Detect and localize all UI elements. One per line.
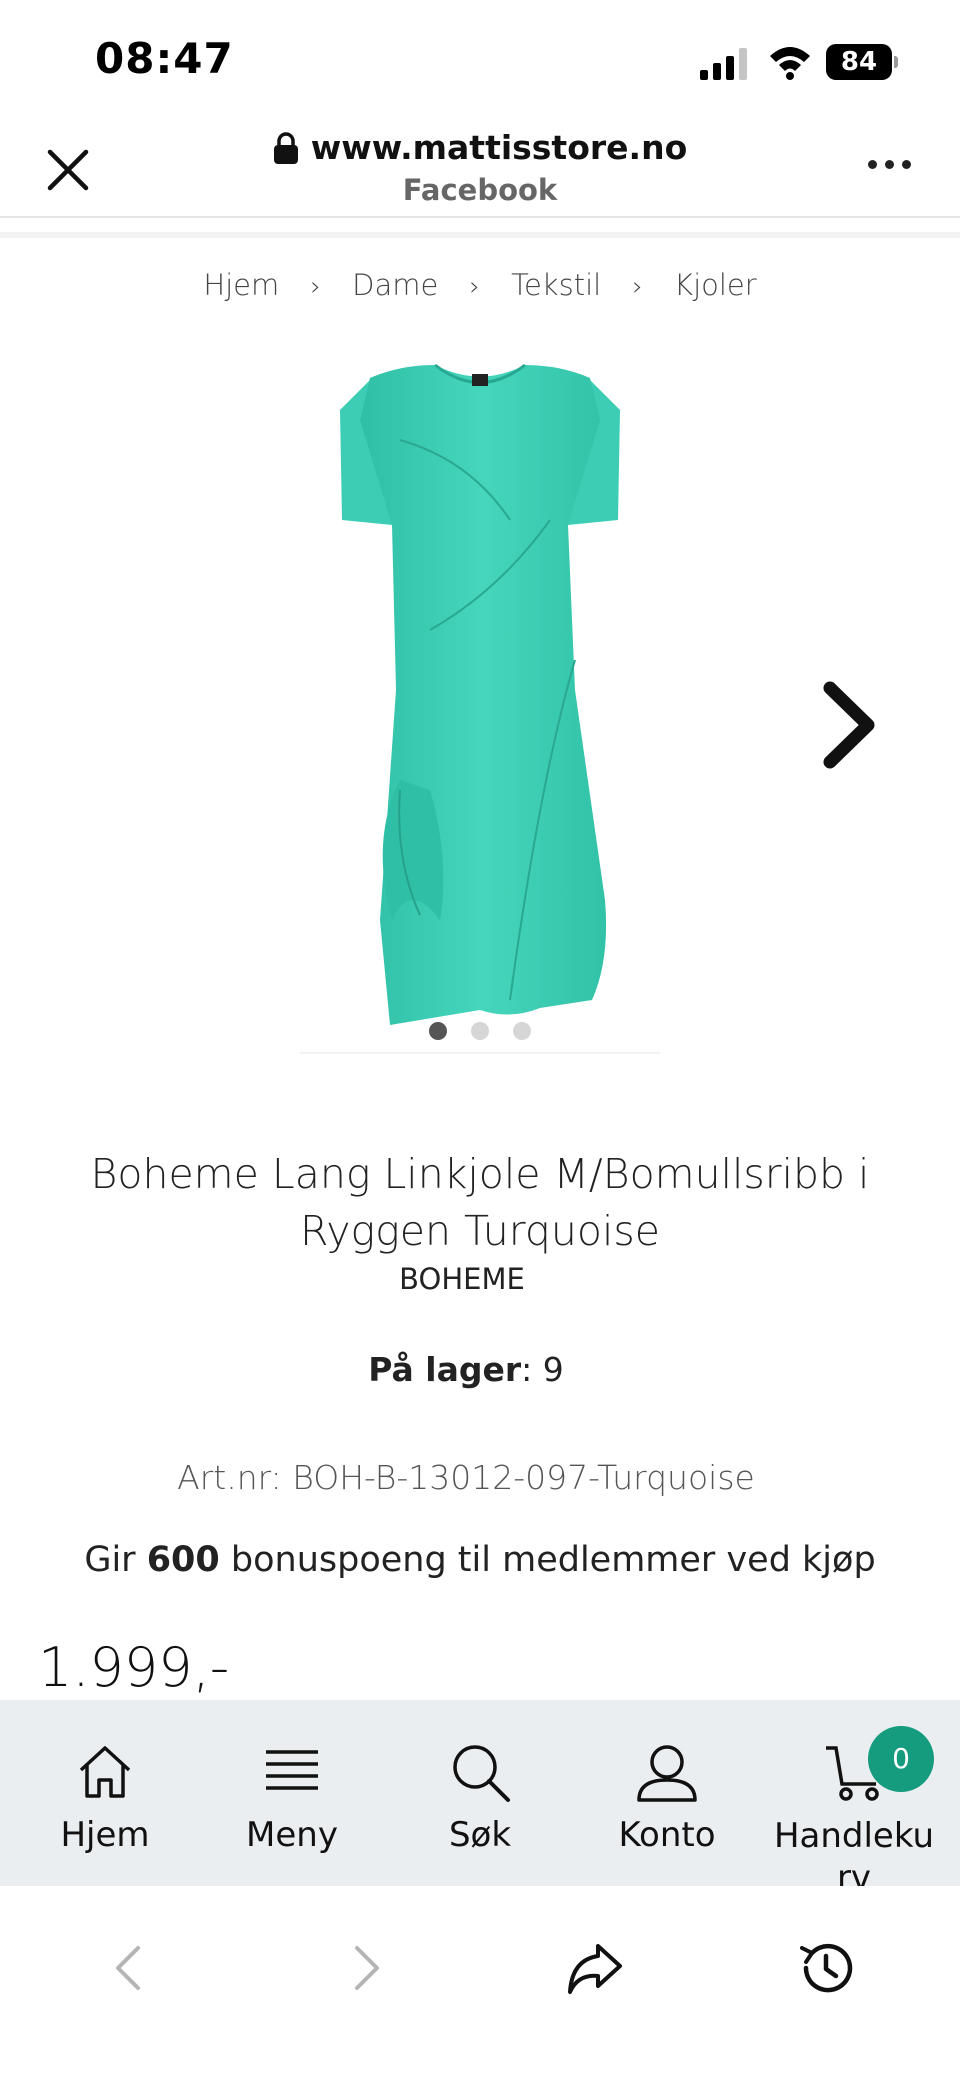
- bonus-suffix: bonuspoeng til medlemmer ved kjøp: [219, 1540, 876, 1580]
- product-image[interactable]: [300, 360, 660, 1030]
- url-source: Facebook: [402, 172, 558, 207]
- url-area[interactable]: www.mattisstore.no Facebook: [0, 128, 960, 207]
- gallery-dot[interactable]: [513, 1022, 532, 1040]
- signal-icon: [700, 48, 747, 80]
- chevron-right-icon[interactable]: [820, 680, 880, 770]
- product-price: 1.999,-: [38, 1636, 230, 1699]
- stock-value: : 9: [521, 1350, 564, 1389]
- status-time: 08:47: [95, 34, 234, 83]
- bonus-prefix: Gir: [84, 1540, 147, 1580]
- bottom-nav: Hjem Meny Søk Konto 0 Handlekurv: [0, 1700, 960, 1889]
- header-divider: [0, 232, 960, 238]
- nav-item-meny[interactable]: Meny: [212, 1740, 372, 1855]
- battery-cap: [894, 56, 898, 68]
- product-brand[interactable]: BOHEME: [0, 1262, 924, 1296]
- forward-icon[interactable]: [335, 1938, 395, 1998]
- product-title: Boheme Lang Linkjole M/Bomullsribb i Ryg…: [90, 1150, 870, 1255]
- status-bar: 08:47 84: [0, 0, 960, 110]
- nav-item-handlekurv[interactable]: 0 Handlekurv: [774, 1726, 934, 1889]
- nav-item-konto[interactable]: Konto: [587, 1740, 747, 1855]
- user-icon: [637, 1745, 697, 1802]
- nav-label: Handlekurv: [773, 1816, 935, 1889]
- cart-count-badge: 0: [868, 1726, 934, 1792]
- battery-indicator: 84: [826, 44, 898, 80]
- chevron-right-icon: ›: [632, 272, 643, 302]
- breadcrumb: Hjem › Dame › Tekstil › Kjoler: [0, 268, 960, 302]
- breadcrumb-item-kjoler[interactable]: Kjoler: [674, 268, 757, 302]
- nav-item-hjem[interactable]: Hjem: [25, 1740, 185, 1855]
- home-icon: [79, 1746, 131, 1798]
- browser-header: www.mattisstore.no Facebook: [0, 110, 960, 218]
- nav-label: Søk: [448, 1815, 512, 1855]
- gallery-dot[interactable]: [428, 1022, 447, 1040]
- search-icon: [453, 1745, 510, 1802]
- nav-item-sok[interactable]: Søk: [400, 1740, 560, 1855]
- menu-icon: [266, 1750, 318, 1790]
- article-number: Art.nr: BOH-B-13012-097-Turquoise: [177, 1458, 755, 1497]
- wifi-icon: [770, 47, 810, 80]
- more-options-icon[interactable]: [868, 160, 912, 172]
- battery-level: 84: [826, 44, 892, 80]
- back-icon[interactable]: [100, 1938, 160, 1998]
- nav-label: Meny: [246, 1815, 338, 1855]
- nav-label: Konto: [618, 1815, 716, 1855]
- share-icon[interactable]: [564, 1938, 624, 1998]
- breadcrumb-item-hjem[interactable]: Hjem: [203, 268, 279, 302]
- breadcrumb-item-tekstil[interactable]: Tekstil: [511, 268, 601, 302]
- bonus-points: 600: [146, 1540, 220, 1580]
- breadcrumb-item-dame[interactable]: Dame: [352, 268, 438, 302]
- chevron-right-icon: ›: [469, 272, 480, 302]
- bonus-info: Gir 600 bonuspoeng til medlemmer ved kjø…: [0, 1540, 960, 1580]
- stock-label: På lager: [368, 1350, 522, 1389]
- image-divider: [300, 1052, 660, 1054]
- history-icon[interactable]: [796, 1938, 856, 1998]
- gallery-dot[interactable]: [471, 1022, 489, 1040]
- url-text: www.mattisstore.no: [310, 128, 688, 167]
- stock-status: På lager: 9: [0, 1350, 932, 1389]
- chevron-right-icon: ›: [310, 272, 321, 302]
- lock-icon: [273, 131, 298, 164]
- gallery-pagination: [0, 1022, 960, 1045]
- browser-toolbar: [0, 1886, 960, 2078]
- nav-label: Hjem: [60, 1815, 150, 1855]
